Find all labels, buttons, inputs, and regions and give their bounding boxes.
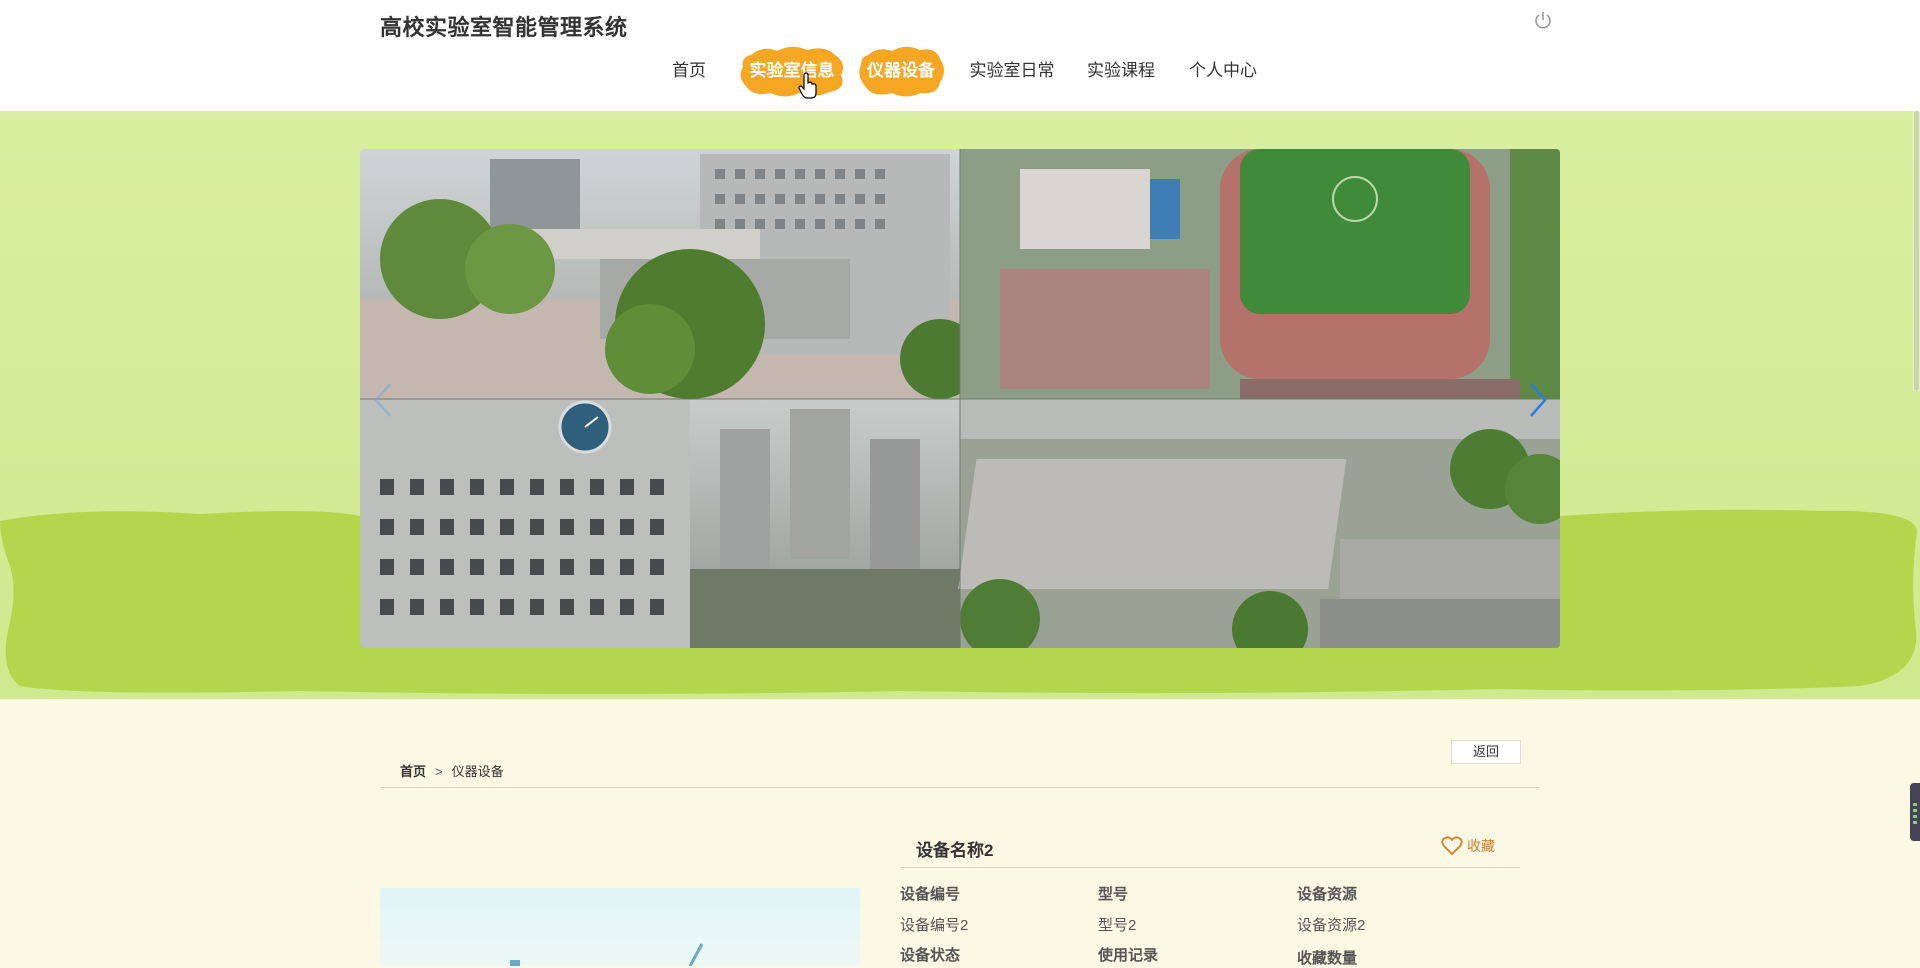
- nav-equipment[interactable]: 仪器设备: [856, 45, 946, 97]
- top-header: 高校实验室智能管理系统 首页 实验室信息 仪器设备 实验室日常 实验课程 个人中…: [0, 0, 1920, 111]
- nav-personal-center[interactable]: 个人中心: [1184, 45, 1262, 97]
- field-label-model: 型号: [1098, 886, 1129, 903]
- field-label-device-number: 设备编号: [900, 886, 961, 903]
- breadcrumb-separator: >: [435, 764, 443, 779]
- field-label-favorite-count: 收藏数量: [1297, 950, 1358, 967]
- power-icon[interactable]: [1533, 10, 1553, 30]
- favorite-button[interactable]: 收藏: [1441, 836, 1495, 856]
- site-title: 高校实验室智能管理系统: [380, 15, 628, 40]
- nav-home[interactable]: 首页: [660, 45, 718, 97]
- carousel-prev-arrow-icon[interactable]: [372, 380, 396, 420]
- device-name: 设备名称2: [916, 841, 994, 860]
- breadcrumb-home-link[interactable]: 首页: [400, 764, 426, 779]
- field-value-model: 型号2: [1098, 917, 1137, 934]
- breadcrumb: 首页 > 仪器设备: [400, 761, 504, 780]
- hero-banner: [0, 111, 1920, 699]
- heart-icon: [1441, 836, 1463, 856]
- back-button[interactable]: 返回: [1451, 740, 1521, 764]
- breadcrumb-current: 仪器设备: [451, 764, 504, 779]
- side-floating-tab[interactable]: [1910, 783, 1920, 841]
- page-scrollbar-thumb[interactable]: [1914, 111, 1919, 391]
- carousel-next-arrow-icon[interactable]: [1525, 380, 1549, 420]
- hand-cursor-icon: [798, 72, 817, 99]
- campus-carousel-image[interactable]: [360, 149, 1560, 648]
- field-value-device-number: 设备编号2: [900, 917, 969, 934]
- nav-courses[interactable]: 实验课程: [1082, 45, 1160, 97]
- favorite-label: 收藏: [1467, 838, 1495, 854]
- field-label-usage-record: 使用记录: [1098, 947, 1159, 964]
- field-label-device-resource: 设备资源: [1297, 886, 1358, 903]
- device-title-divider: [900, 867, 1520, 868]
- field-value-device-resource[interactable]: 设备资源2: [1297, 914, 1365, 935]
- nav-lab-info[interactable]: 实验室信息: [737, 45, 847, 97]
- breadcrumb-divider: [380, 787, 1540, 788]
- device-image: [380, 888, 860, 966]
- device-illustration: [510, 943, 704, 966]
- field-label-device-status: 设备状态: [900, 947, 961, 964]
- nav-lab-daily[interactable]: 实验室日常: [966, 45, 1058, 97]
